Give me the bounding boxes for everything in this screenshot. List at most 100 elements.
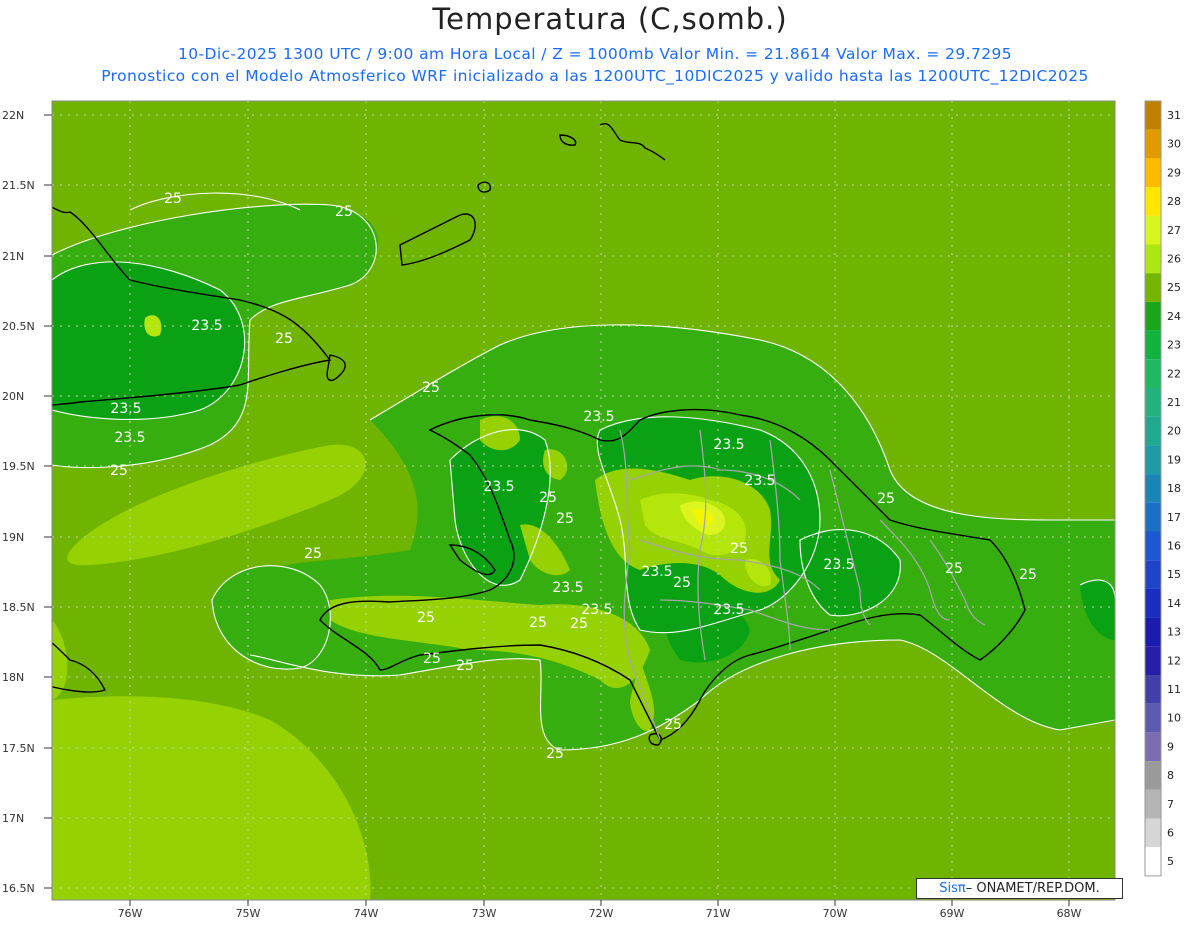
colorbar-label: 7: [1167, 798, 1174, 811]
colorbar-swatch: [1145, 474, 1161, 503]
lon-label: 70W: [823, 907, 848, 920]
colorbar-swatch: [1145, 215, 1161, 245]
colorbar-label: 24: [1167, 310, 1181, 323]
lon-label: 72W: [589, 907, 614, 920]
contour-label: 25: [275, 331, 293, 347]
lat-label: 22N: [2, 109, 24, 122]
contour-label: 25: [304, 546, 322, 562]
lat-label: 17N: [2, 812, 24, 825]
colorbar-label: 31: [1167, 109, 1181, 122]
colorbar-label: 13: [1167, 626, 1181, 639]
contour-label: 23.5: [552, 580, 583, 596]
colorbar-label: 30: [1167, 138, 1181, 151]
colorbar-swatch: [1145, 244, 1161, 274]
colorbar-swatch: [1145, 675, 1161, 704]
colorbar-swatch: [1145, 359, 1161, 388]
colorbar-swatch: [1145, 588, 1161, 618]
colorbar-swatch: [1145, 703, 1161, 733]
colorbar-swatch: [1145, 502, 1161, 532]
lon-label: 71W: [706, 907, 731, 920]
temperature-map: 22N 21.5N 21N 20.5N 20N 19.5N 19N 18.5N …: [2, 100, 1181, 920]
colorbar-label: 6: [1167, 827, 1174, 840]
colorbar-label: 29: [1167, 166, 1181, 179]
colorbar-label: 11: [1167, 683, 1181, 696]
contour-label: 25: [110, 463, 128, 479]
colorbar-swatch: [1145, 761, 1161, 790]
lon-ticks: [129, 900, 1070, 906]
credit-box: Sisπ – ONAMET/REP.DOM.: [916, 878, 1123, 899]
contour-label: 25: [1019, 567, 1037, 583]
contour-label: 25: [945, 561, 963, 577]
contour-label: 25: [539, 490, 557, 506]
colorbar-label: 14: [1167, 597, 1181, 610]
colorbar-label: 9: [1167, 740, 1174, 753]
colorbar-label: 18: [1167, 482, 1181, 495]
colorbar-label: 19: [1167, 453, 1181, 466]
sis-logo-text: Sisπ: [939, 881, 966, 896]
lat-label: 16.5N: [2, 882, 35, 895]
lat-label: 19N: [2, 531, 24, 544]
contour-label: 23.5: [114, 430, 145, 446]
colorbar: 31 30 29 28 27 26 25 24 23 22 21 20 19 18 17 16 15 14 13 12…: [1144, 100, 1181, 877]
contour-label: 23.5: [713, 437, 744, 453]
contour-label: 25: [422, 380, 440, 396]
colorbar-swatch: [1145, 531, 1161, 561]
lon-label: 68W: [1057, 907, 1082, 920]
colorbar-label: 23: [1167, 339, 1181, 352]
colorbar-label: 16: [1167, 540, 1181, 553]
colorbar-swatch: [1145, 301, 1161, 331]
lat-label: 18.5N: [2, 601, 35, 614]
colorbar-swatch: [1145, 560, 1161, 589]
lat-label: 19.5N: [2, 460, 35, 473]
lat-label: 18N: [2, 671, 24, 684]
contour-label: 25: [423, 651, 441, 667]
credit-text: – ONAMET/REP.DOM.: [965, 881, 1100, 896]
colorbar-swatch: [1145, 101, 1161, 130]
lat-label: 17.5N: [2, 742, 35, 755]
colorbar-label: 15: [1167, 568, 1181, 581]
colorbar-label: 5: [1167, 855, 1174, 868]
colorbar-swatch: [1145, 330, 1161, 360]
contour-label: 25: [664, 717, 682, 733]
colorbar-label: 8: [1167, 769, 1174, 782]
lon-label: 73W: [472, 907, 497, 920]
contour-label: 25: [529, 615, 547, 631]
latitude-axis: 22N 21.5N 21N 20.5N 20N 19.5N 19N 18.5N …: [2, 109, 35, 895]
colorbar-label: 10: [1167, 712, 1181, 725]
contour-label: 25: [417, 610, 435, 626]
colorbar-swatch: [1145, 847, 1161, 876]
longitude-axis: 76W 75W 74W 73W 72W 71W 70W 69W 68W: [118, 907, 1082, 920]
colorbar-swatch: [1145, 789, 1161, 819]
colorbar-label: 22: [1167, 367, 1181, 380]
contour-label: 23.5: [713, 602, 744, 618]
lat-label: 20N: [2, 390, 24, 403]
colorbar-label: 25: [1167, 281, 1181, 294]
colorbar-label: 26: [1167, 253, 1181, 266]
colorbar-swatch: [1145, 388, 1161, 417]
lat-label: 21N: [2, 250, 24, 263]
contour-label: 23.5: [823, 557, 854, 573]
contour-label: 25: [730, 541, 748, 557]
colorbar-label: 27: [1167, 224, 1181, 237]
colorbar-swatch: [1145, 129, 1161, 159]
colorbar-label: 28: [1167, 195, 1181, 208]
contour-label: 25: [877, 491, 895, 507]
colorbar-swatch: [1145, 416, 1161, 446]
contour-label: 25: [546, 746, 564, 762]
lat-ticks: [44, 114, 52, 889]
contour-label: 23.5: [483, 479, 514, 495]
shaded-field: [52, 101, 1115, 900]
colorbar-swatch: [1145, 818, 1161, 848]
contour-label: 25: [570, 616, 588, 632]
contour-label: 23.5: [191, 318, 222, 334]
colorbar-label: 20: [1167, 425, 1181, 438]
colorbar-label: 17: [1167, 511, 1181, 524]
colorbar-swatch: [1145, 273, 1161, 302]
lat-label: 20.5N: [2, 320, 35, 333]
colorbar-label: 21: [1167, 396, 1181, 409]
contour-label: 23.5: [641, 564, 672, 580]
lon-label: 69W: [940, 907, 965, 920]
colorbar-swatch: [1145, 646, 1161, 675]
colorbar-swatch: [1145, 732, 1161, 762]
colorbar-swatch: [1145, 617, 1161, 647]
